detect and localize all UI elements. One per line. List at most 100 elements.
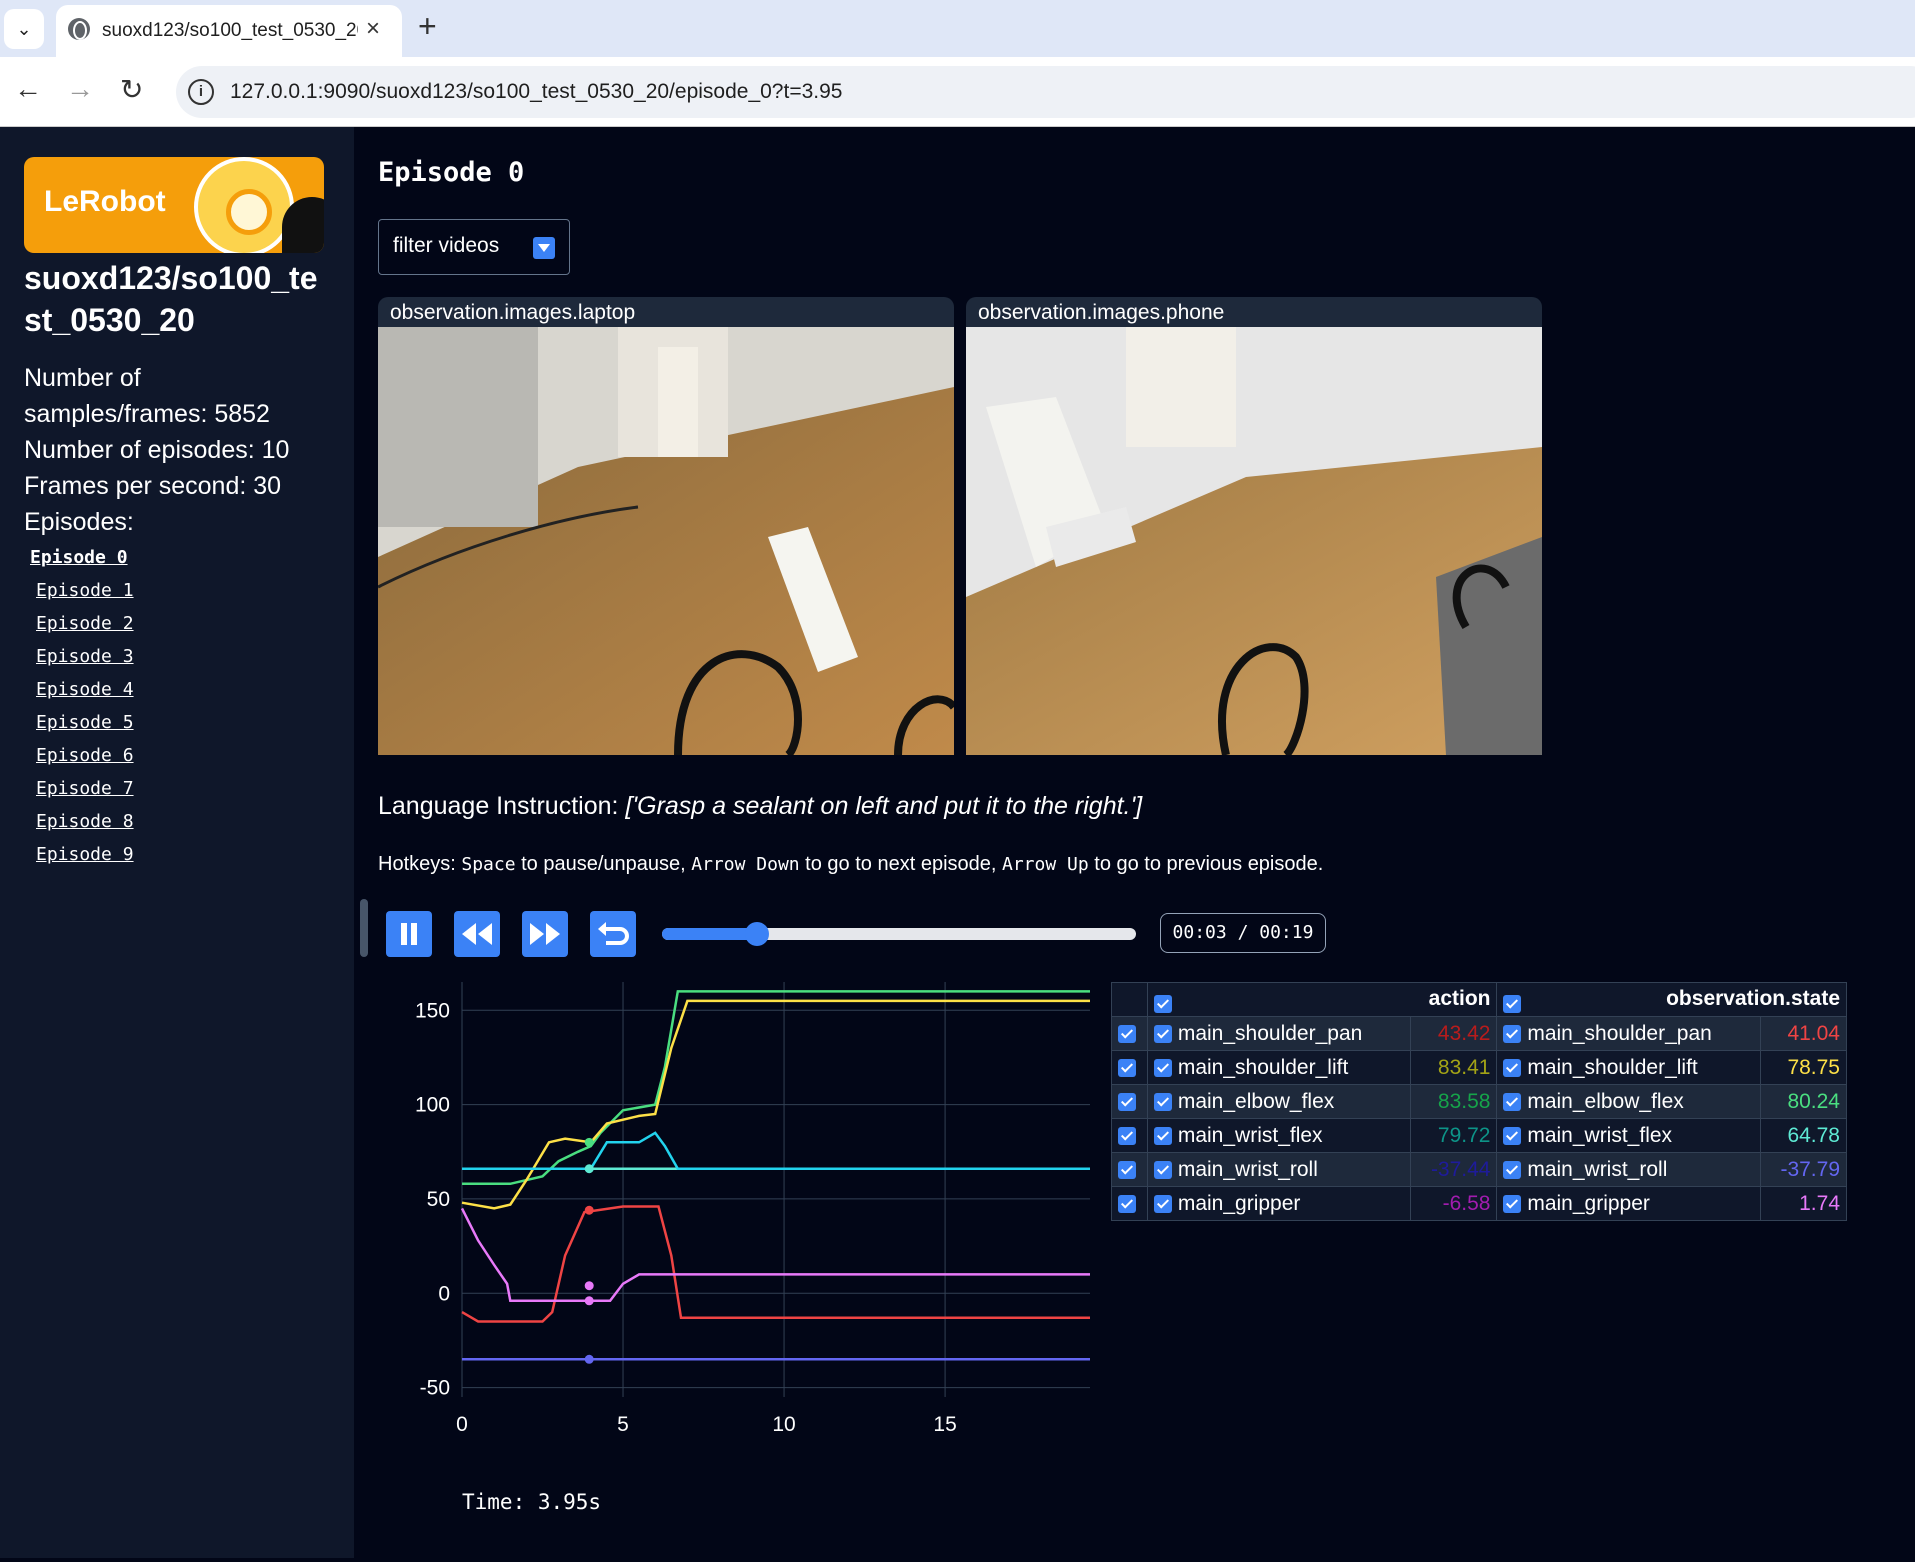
fast-forward-button[interactable]: [522, 911, 568, 957]
video-frame-laptop[interactable]: [378, 327, 954, 755]
address-bar[interactable]: i 127.0.0.1:9090/suoxd123/so100_test_053…: [176, 66, 1915, 118]
row-checkbox-cell: [1111, 1084, 1148, 1119]
action-checkbox[interactable]: [1154, 1024, 1172, 1043]
joint-name: main_wrist_roll: [1527, 1157, 1668, 1181]
action-value: 83.58: [1410, 1084, 1498, 1119]
state-name-cell: main_wrist_roll: [1496, 1152, 1761, 1187]
y-tick-label: -50: [420, 1377, 450, 1400]
table-row: main_wrist_roll -37.44 main_wrist_roll -…: [1111, 1152, 1848, 1187]
fps-stat: Frames per second: 30: [24, 472, 282, 500]
state-name-cell: main_shoulder_pan: [1496, 1016, 1761, 1051]
resize-handle[interactable]: [360, 899, 368, 957]
dropdown-arrow-icon: [533, 237, 555, 259]
current-time-marker: [584, 1137, 594, 1147]
video-laptop[interactable]: observation.images.laptop: [378, 297, 954, 755]
episodes-heading: Episodes:: [24, 508, 134, 536]
restart-icon: [598, 922, 629, 945]
row-checkbox[interactable]: [1118, 1194, 1136, 1213]
rewind-button[interactable]: [454, 911, 500, 957]
episode-link[interactable]: Episode 2: [36, 613, 134, 634]
action-checkbox[interactable]: [1154, 1058, 1172, 1077]
info-icon[interactable]: i: [188, 79, 214, 105]
action-checkbox[interactable]: [1154, 1160, 1172, 1179]
time-readout: Time: 3.95s: [462, 1490, 602, 1514]
episode-link[interactable]: Episode 5: [36, 712, 134, 733]
dataset-title: suoxd123/so100_test_0530_20: [24, 260, 318, 338]
action-checkbox[interactable]: [1154, 1126, 1172, 1145]
joint-name: main_shoulder_pan: [1527, 1021, 1712, 1045]
forward-icon[interactable]: →: [66, 73, 94, 105]
x-tick-label: 5: [617, 1413, 629, 1436]
lerobot-logo[interactable]: LeRobot: [24, 157, 324, 253]
joint-chart[interactable]: 0 5 10 15 -50 0 50 100 150: [354, 977, 1114, 1557]
language-label: Language Instruction:: [378, 792, 626, 820]
video-frame-phone[interactable]: [966, 327, 1542, 755]
x-tick-label: 15: [933, 1413, 956, 1436]
row-checkbox[interactable]: [1118, 1092, 1136, 1111]
state-checkbox[interactable]: [1503, 1024, 1522, 1043]
episode-link[interactable]: Episode 0: [30, 547, 128, 568]
episode-link[interactable]: Episode 8: [36, 811, 134, 832]
current-time-marker: [584, 1281, 594, 1291]
state-toggle-checkbox[interactable]: [1503, 994, 1522, 1013]
restart-button[interactable]: [590, 911, 636, 957]
joint-values-table: action observation.state main_shoulder_p…: [1111, 982, 1848, 1221]
tab-strip: ⌄ suoxd123/so100_test_0530_20 × +: [0, 0, 1915, 57]
close-icon[interactable]: ×: [366, 15, 380, 43]
back-icon[interactable]: ←: [14, 73, 42, 105]
browser-tab[interactable]: suoxd123/so100_test_0530_20 ×: [56, 5, 402, 57]
state-checkbox[interactable]: [1503, 1092, 1522, 1111]
joint-name: main_shoulder_lift: [1527, 1055, 1698, 1079]
chart-svg[interactable]: 0 5 10 15 -50 0 50 100 150: [354, 977, 1114, 1557]
url-text[interactable]: 127.0.0.1:9090/suoxd123/so100_test_0530_…: [230, 80, 842, 104]
row-checkbox[interactable]: [1118, 1058, 1136, 1077]
video-label: observation.images.phone: [978, 301, 1225, 324]
action-header-label: action: [1428, 986, 1491, 1010]
x-tick-label: 10: [772, 1413, 795, 1436]
action-toggle-checkbox[interactable]: [1154, 994, 1172, 1013]
episode-title: Episode 0: [378, 157, 525, 188]
action-header: action: [1146, 982, 1498, 1017]
y-tick-label: 50: [427, 1188, 450, 1211]
state-checkbox[interactable]: [1503, 1160, 1522, 1179]
current-time-marker: [584, 1164, 594, 1174]
empty-cell: [1111, 982, 1148, 1017]
x-tick-label: 0: [456, 1413, 468, 1436]
reload-icon[interactable]: ↻: [120, 73, 143, 106]
episode-link[interactable]: Episode 6: [36, 745, 134, 766]
video-phone[interactable]: observation.images.phone: [966, 297, 1542, 755]
action-value: 83.41: [1410, 1050, 1498, 1085]
state-checkbox[interactable]: [1503, 1058, 1522, 1077]
row-checkbox[interactable]: [1118, 1160, 1136, 1179]
tab-title: suoxd123/so100_test_0530_20: [102, 20, 358, 41]
episodes-count: Number of episodes: 10: [24, 436, 290, 464]
state-checkbox[interactable]: [1503, 1194, 1522, 1213]
episode-link[interactable]: Episode 3: [36, 646, 134, 667]
episode-link[interactable]: Episode 7: [36, 778, 134, 799]
state-checkbox[interactable]: [1503, 1126, 1522, 1145]
time-display: 00:03 / 00:19: [1160, 913, 1326, 953]
episode-link[interactable]: Episode 4: [36, 679, 134, 700]
state-name-cell: main_shoulder_lift: [1496, 1050, 1761, 1085]
state-header-label: observation.state: [1666, 986, 1840, 1010]
hotkey-arrow-up: Arrow Up: [1002, 854, 1089, 875]
state-value: -37.79: [1759, 1152, 1848, 1187]
hotkey-text: to go to previous episode.: [1088, 853, 1324, 875]
episode-link[interactable]: Episode 9: [36, 844, 134, 865]
row-checkbox[interactable]: [1118, 1024, 1136, 1043]
new-tab-button[interactable]: +: [418, 8, 437, 45]
current-time-marker: [584, 1205, 594, 1215]
episode-link[interactable]: Episode 1: [36, 580, 134, 601]
row-checkbox[interactable]: [1118, 1126, 1136, 1145]
seek-slider[interactable]: [662, 922, 1136, 946]
tab-search-button[interactable]: ⌄: [4, 9, 44, 49]
action-checkbox[interactable]: [1154, 1194, 1172, 1213]
state-header: observation.state: [1496, 982, 1847, 1017]
current-time-marker: [584, 1354, 594, 1364]
pause-button[interactable]: [386, 911, 432, 957]
seek-thumb[interactable]: [744, 922, 769, 946]
action-checkbox[interactable]: [1154, 1092, 1172, 1111]
action-name-cell: main_elbow_flex: [1146, 1084, 1412, 1119]
filter-videos-button[interactable]: filter videos: [378, 219, 570, 275]
action-name-cell: main_wrist_roll: [1146, 1152, 1412, 1187]
